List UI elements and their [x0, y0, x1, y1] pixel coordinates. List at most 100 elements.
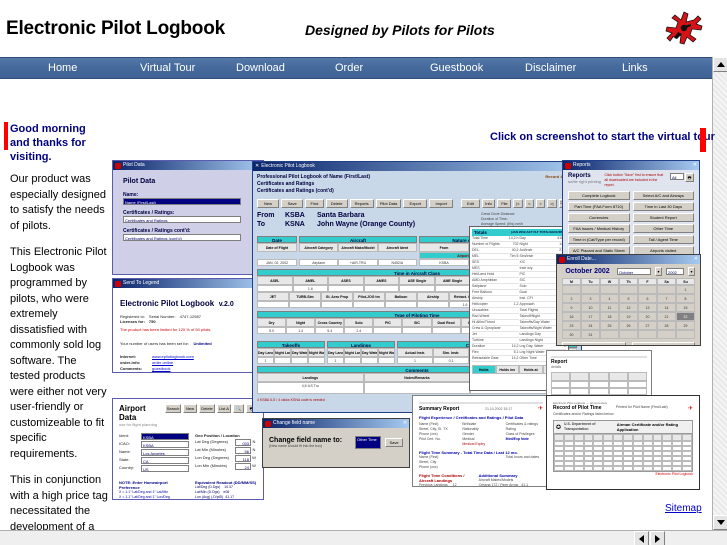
- titlebar-change-field[interactable]: Change field name ✕: [263, 419, 409, 428]
- window-change-field-name[interactable]: Change field name ✕ Change field name to…: [262, 418, 410, 468]
- nav-item-links[interactable]: Links: [622, 62, 648, 74]
- cell-ase-single[interactable]: [399, 285, 435, 292]
- titlebar-reports[interactable]: Reports ✕: [563, 161, 699, 170]
- window-airport-data[interactable]: Airport Data use for flight planning Sea…: [112, 398, 264, 500]
- cell-balloon[interactable]: [385, 301, 417, 308]
- close-icon[interactable]: ✕: [693, 161, 697, 170]
- about-row-link-internet[interactable]: www.epilotlogbook.com: [152, 354, 194, 359]
- calendar-cancel-button[interactable]: Cancel: [631, 342, 695, 345]
- cell-solo[interactable]: 2.4: [344, 327, 374, 334]
- airport-geo-value-latmin[interactable]: 56: [235, 447, 251, 454]
- titlebar-calendar[interactable]: Enroll Date... ✕: [557, 255, 700, 264]
- nav-item-home[interactable]: Home: [48, 62, 77, 74]
- window-report-preview-3[interactable]: Electronic Pilot Logbook — print preview…: [546, 395, 700, 490]
- toolbar-new-button[interactable]: New: [257, 199, 280, 208]
- cell-amel[interactable]: 1,6: [292, 285, 329, 292]
- window-pilot-data[interactable]: Pilot Data ✕ Pilot Data Name: Name (Firs…: [112, 160, 264, 275]
- titlebar-pilot-data[interactable]: Pilot Data ✕: [113, 161, 263, 170]
- cell-sim-instr[interactable]: 0,1: [433, 357, 469, 364]
- airport-list-button[interactable]: List A: [217, 404, 231, 413]
- cell-to-day-land[interactable]: 1: [257, 357, 274, 364]
- cell-asel[interactable]: [257, 285, 293, 292]
- calendar-grid[interactable]: M Tu W Th F Sa Su 1 2 3 4 5 6 7 8 9 10 11 12 13 14 15 16 17 18 19…: [562, 278, 695, 339]
- nav-item-download[interactable]: Download: [236, 62, 285, 74]
- window-calendar[interactable]: Enroll Date... ✕ October 2002 October ▾ …: [556, 254, 701, 346]
- report-button-student-report[interactable]: Student Report: [632, 213, 694, 222]
- calendar-day-cell[interactable]: 3: [581, 294, 600, 303]
- report-button-tail-agent-time[interactable]: Tail / Agent Time: [632, 235, 694, 244]
- calendar-day-cell[interactable]: 6: [638, 294, 657, 303]
- reports-print-icon[interactable]: 🖶: [685, 173, 694, 182]
- calendar-day-cell[interactable]: 4: [600, 294, 619, 303]
- about-row-link-order[interactable]: order online: [152, 360, 173, 365]
- calendar-day-cell[interactable]: 26: [619, 321, 638, 330]
- cell-comments-landings[interactable]: 4,5 ILS Tru: [257, 382, 364, 394]
- airport-geo-value-londeg[interactable]: 118: [235, 455, 251, 462]
- report-button-time-last-30[interactable]: Time in Last 30 Days: [632, 202, 694, 211]
- calendar-day-cell[interactable]: 7: [657, 294, 676, 303]
- cell-ld-night-water[interactable]: [378, 357, 395, 364]
- calendar-day-cell[interactable]: 13: [638, 303, 657, 312]
- cell-pic[interactable]: [373, 327, 403, 334]
- cell-dry[interactable]: 5.0: [257, 327, 287, 334]
- cell-sic[interactable]: [402, 327, 432, 334]
- report-button-select-ac-airways[interactable]: Select A/C and Airways: [632, 191, 694, 200]
- report-button-faa-medical[interactable]: FAA Issues / Medical History: [568, 224, 630, 233]
- horizontal-scrollbar[interactable]: [0, 530, 727, 545]
- calendar-day-cell[interactable]: 1: [676, 285, 695, 294]
- calendar-day-cell[interactable]: 5: [619, 294, 638, 303]
- toolbar-file-button[interactable]: File: [497, 199, 512, 208]
- about-row-link-comments[interactable]: guestbook: [152, 366, 170, 371]
- scrollbar-track[interactable]: [713, 72, 727, 515]
- chevron-down-icon[interactable]: ▾: [655, 267, 662, 276]
- input-pilot-name[interactable]: Name (First/Last): [123, 198, 241, 205]
- calendar-day-cell[interactable]: 16: [562, 312, 581, 321]
- nav-next-button[interactable]: >: [535, 199, 546, 208]
- airport-input-state[interactable]: CA: [141, 457, 189, 464]
- calendar-year-select[interactable]: 2002: [666, 268, 684, 275]
- calendar-day-cell[interactable]: 2: [562, 294, 581, 303]
- cell-to-night-land[interactable]: [274, 357, 291, 364]
- window-about[interactable]: Send To Legend ✕ Electronic Pilot Logboo…: [112, 278, 264, 373]
- input-certificates[interactable]: Certificates and Ratings: [123, 216, 241, 223]
- nav-item-guestbook[interactable]: Guestbook: [430, 62, 483, 74]
- airport-search-button[interactable]: Search: [165, 404, 181, 413]
- nav-prev-button[interactable]: <: [524, 199, 534, 208]
- change-field-input[interactable]: Other Time: [355, 436, 381, 449]
- cell-dual-recd[interactable]: [431, 327, 461, 334]
- calendar-day-cell[interactable]: 23: [562, 321, 581, 330]
- cell-airship[interactable]: [417, 301, 449, 308]
- calendar-day-cell[interactable]: 19: [619, 312, 638, 321]
- cell-ld-day-water[interactable]: [361, 357, 378, 364]
- cell-turb-sim[interactable]: [289, 301, 321, 308]
- change-field-save-button[interactable]: Save: [385, 438, 403, 447]
- cell-actual-instr[interactable]: 1: [397, 357, 433, 364]
- sitemap-link[interactable]: Sitemap: [665, 503, 702, 514]
- calendar-day-cell[interactable]: 24: [581, 321, 600, 330]
- calendar-day-cell[interactable]: 17: [581, 312, 600, 321]
- calendar-day-cell[interactable]: 27: [638, 321, 657, 330]
- airport-find-icon[interactable]: 🔍: [233, 404, 244, 413]
- scroll-right-arrow-icon[interactable]: [650, 531, 665, 545]
- input-certificates-cont[interactable]: Certificates and Ratings (cont'd): [123, 234, 241, 241]
- screenshot-collage[interactable]: Pilot Data ✕ Pilot Data Name: Name (Firs…: [112, 160, 701, 500]
- value-aircraft-model[interactable]: +AIR-TRU: [338, 259, 378, 266]
- cell-to-night-water[interactable]: [308, 357, 325, 364]
- nav-item-order[interactable]: Order: [335, 62, 363, 74]
- nav-last-button[interactable]: >|: [547, 199, 557, 208]
- scroll-down-arrow-icon[interactable]: [713, 515, 727, 530]
- calendar-confirm-button[interactable]: Confirm: [562, 342, 626, 345]
- scroll-up-arrow-icon[interactable]: [713, 57, 727, 72]
- cell-ld-night-land[interactable]: [344, 357, 361, 364]
- reports-select-all[interactable]: All: [670, 173, 684, 180]
- report-button-time-in-cat[interactable]: Time in (Cat/Type per record): [568, 235, 630, 244]
- airport-geo-value-lonmin[interactable]: 24: [235, 463, 251, 470]
- calendar-day-cell[interactable]: 18: [600, 312, 619, 321]
- vertical-scrollbar[interactable]: [712, 57, 727, 530]
- toolbar-info-button[interactable]: Info: [481, 199, 496, 208]
- close-icon[interactable]: ✕: [694, 255, 698, 264]
- titlebar-about[interactable]: Send To Legend ✕: [113, 279, 263, 288]
- nav-item-virtual-tour[interactable]: Virtual Tour: [140, 62, 195, 74]
- nav-first-button[interactable]: |<: [513, 199, 523, 208]
- nav-item-disclaimer[interactable]: Disclaimer: [525, 62, 576, 74]
